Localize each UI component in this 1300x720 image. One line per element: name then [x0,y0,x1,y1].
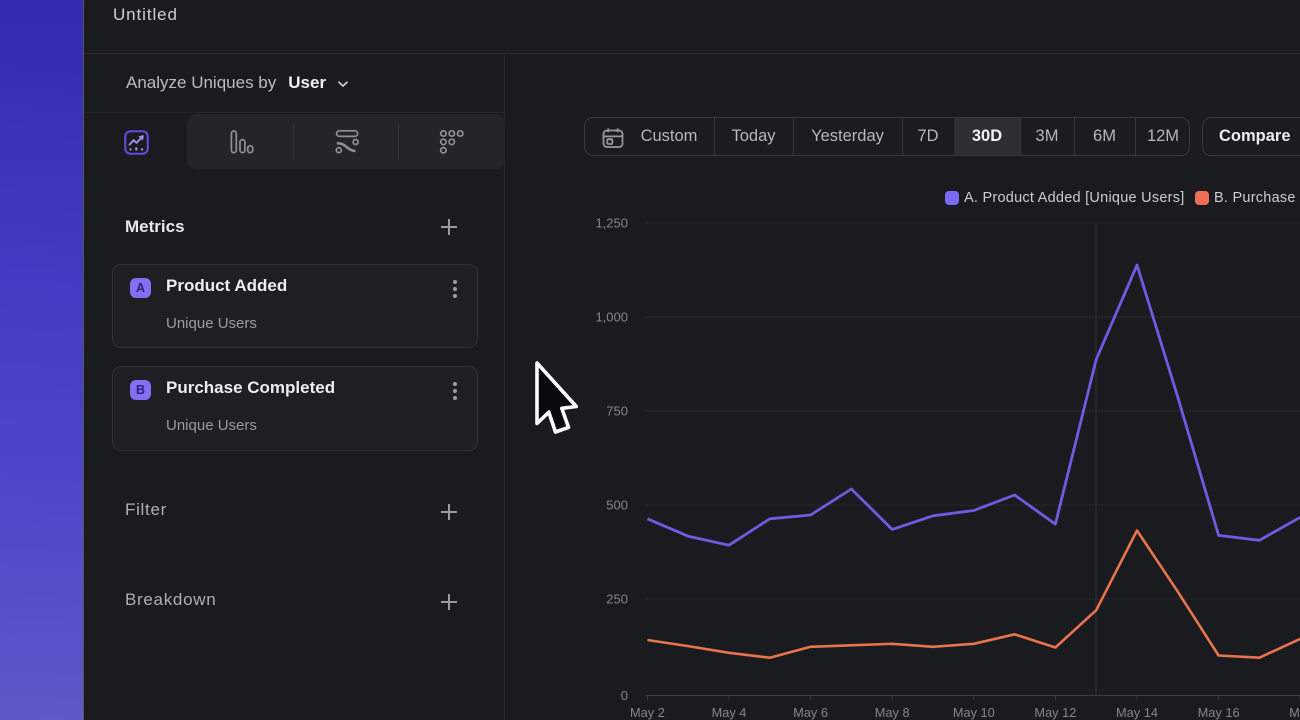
svg-text:1,000: 1,000 [595,310,628,325]
svg-text:May 2: May 2 [630,705,665,720]
svg-text:May 6: May 6 [793,705,828,720]
svg-text:750: 750 [606,404,628,419]
svg-text:0: 0 [621,688,628,703]
svg-text:May 16: May 16 [1198,705,1240,720]
svg-text:Ma: Ma [1289,705,1300,720]
svg-text:May 10: May 10 [953,705,995,720]
svg-text:May 12: May 12 [1034,705,1076,720]
svg-text:May 14: May 14 [1116,705,1158,720]
svg-text:May 8: May 8 [875,705,910,720]
svg-text:500: 500 [606,498,628,513]
svg-text:250: 250 [606,592,628,607]
svg-text:1,250: 1,250 [595,216,628,231]
svg-text:May 4: May 4 [712,705,747,720]
